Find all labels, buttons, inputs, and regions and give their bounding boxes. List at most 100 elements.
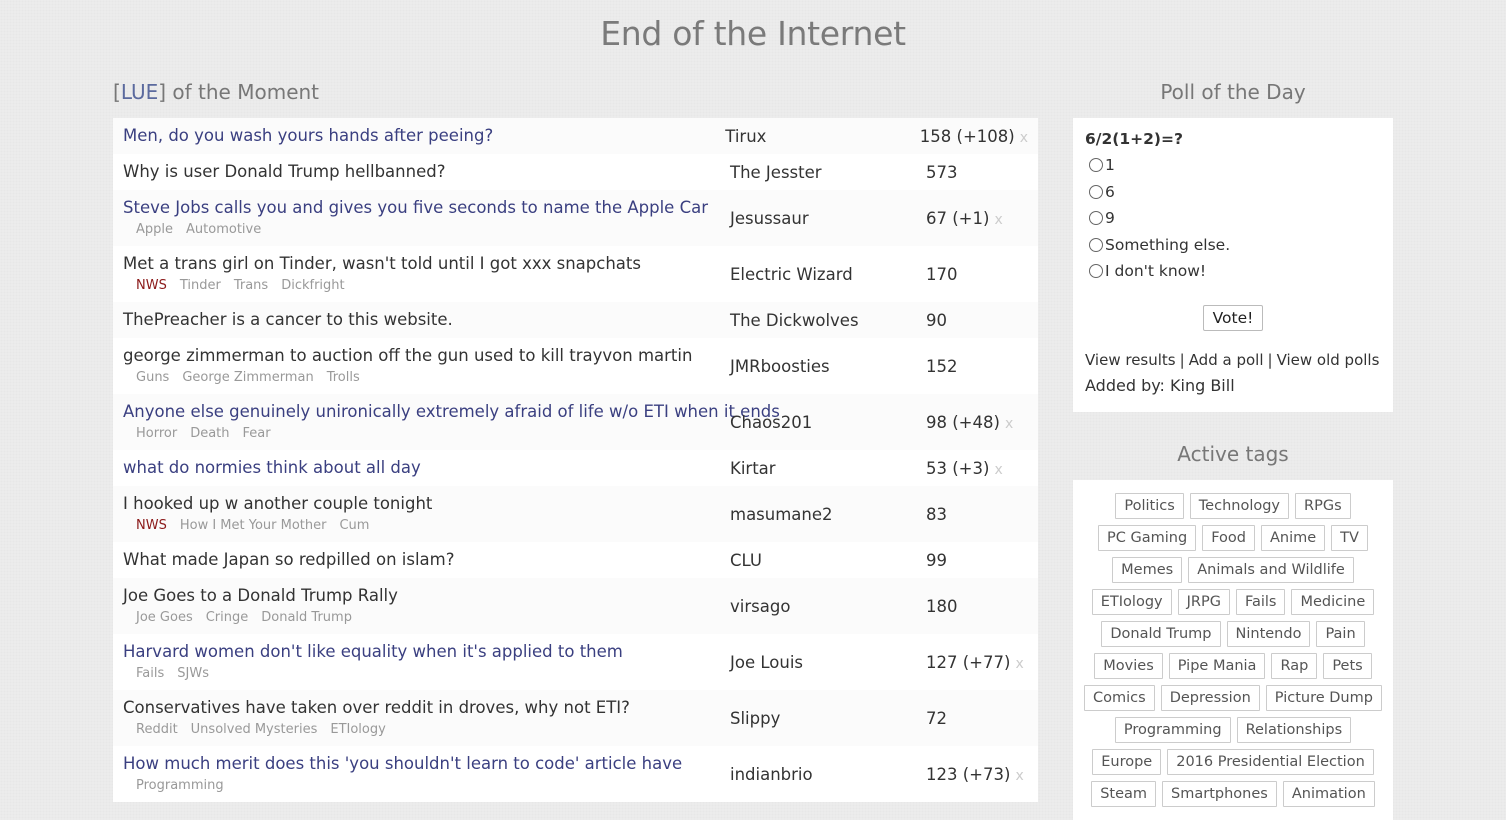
poll-option[interactable]: I don't know! [1085, 258, 1381, 285]
active-tag[interactable]: Medicine [1291, 589, 1375, 615]
active-tag[interactable]: Depression [1160, 685, 1260, 711]
view-results-link[interactable]: View results [1085, 351, 1176, 369]
active-tag[interactable]: Food [1202, 525, 1255, 551]
topic-title-link[interactable]: I hooked up w another couple tonight [123, 494, 730, 514]
topic-author[interactable]: Tirux [725, 127, 919, 146]
active-tag[interactable]: Nintendo [1226, 621, 1311, 647]
topic-post-count[interactable]: 67 (+1) [926, 209, 989, 228]
topic-tag[interactable]: Cum [339, 518, 369, 533]
topic-tag[interactable]: ETIology [330, 722, 385, 737]
active-tag[interactable]: Anime [1260, 525, 1326, 551]
active-tag[interactable]: Pain [1316, 621, 1365, 647]
topic-title-link[interactable]: Anyone else genuinely unironically extre… [123, 402, 780, 422]
radio-button[interactable] [1089, 158, 1103, 173]
topic-post-count[interactable]: 158 (+108) [920, 127, 1015, 146]
topic-title-link[interactable]: Conservatives have taken over reddit in … [123, 698, 730, 718]
vote-button[interactable]: Vote! [1202, 304, 1264, 331]
topic-tag[interactable]: Fear [243, 426, 271, 441]
topic-tag[interactable]: Guns [136, 370, 169, 385]
active-tag[interactable]: Rap [1271, 653, 1318, 679]
active-tag[interactable]: Picture Dump [1265, 685, 1382, 711]
active-tag[interactable]: Animation [1282, 781, 1375, 807]
topic-tag[interactable]: Trolls [327, 370, 360, 385]
topic-post-count[interactable]: 152 [926, 357, 958, 376]
active-tag[interactable]: Pipe Mania [1168, 653, 1266, 679]
topic-tag[interactable]: Reddit [136, 722, 178, 737]
lue-link[interactable]: LUE [121, 80, 158, 104]
topic-title-link[interactable]: Harvard women don't like equality when i… [123, 642, 730, 662]
topic-title-link[interactable]: What made Japan so redpilled on islam? [123, 550, 730, 570]
topic-post-count[interactable]: 72 [926, 709, 947, 728]
topic-title-link[interactable]: Why is user Donald Trump hellbanned? [123, 162, 730, 182]
view-old-polls-link[interactable]: View old polls [1277, 351, 1380, 369]
topic-author[interactable]: Joe Louis [730, 653, 926, 672]
active-tag[interactable]: Steam [1091, 781, 1157, 807]
active-tag[interactable]: Relationships [1236, 717, 1352, 743]
topic-post-count[interactable]: 127 (+77) [926, 653, 1010, 672]
add-poll-link[interactable]: Add a poll [1189, 351, 1264, 369]
topic-author[interactable]: Kirtar [730, 459, 926, 478]
topic-title-link[interactable]: Met a trans girl on Tinder, wasn't told … [123, 254, 730, 274]
topic-tag[interactable]: Death [190, 426, 229, 441]
active-tag[interactable]: JRPG [1177, 589, 1230, 615]
topic-author[interactable]: The Jesster [730, 163, 926, 182]
dismiss-icon[interactable]: x [1015, 656, 1023, 672]
active-tag[interactable]: Donald Trump [1101, 621, 1221, 647]
active-tag[interactable]: Movies [1094, 653, 1163, 679]
topic-title-link[interactable]: what do normies think about all day [123, 458, 730, 478]
dismiss-icon[interactable]: x [994, 462, 1002, 478]
topic-title-link[interactable]: george zimmerman to auction off the gun … [123, 346, 730, 366]
active-tag[interactable]: TV [1331, 525, 1368, 551]
active-tag[interactable]: Politics [1115, 493, 1184, 519]
topic-tag[interactable]: Donald Trump [261, 610, 352, 625]
topic-tag[interactable]: Apple [136, 222, 173, 237]
active-tag[interactable]: Comics [1084, 685, 1155, 711]
poll-option[interactable]: 9 [1085, 205, 1381, 232]
topic-tag[interactable]: Joe Goes [136, 610, 193, 625]
poll-option[interactable]: 1 [1085, 152, 1381, 179]
topic-post-count[interactable]: 83 [926, 505, 947, 524]
active-tag[interactable]: Programming [1114, 717, 1231, 743]
topic-tag[interactable]: Trans [234, 278, 268, 293]
active-tag[interactable]: Fails [1235, 589, 1286, 615]
topic-author[interactable]: Electric Wizard [730, 265, 926, 284]
topic-author[interactable]: CLU [730, 551, 926, 570]
topic-title-link[interactable]: How much merit does this 'you shouldn't … [123, 754, 730, 774]
topic-title-link[interactable]: Joe Goes to a Donald Trump Rally [123, 586, 730, 606]
active-tag[interactable]: ETIology [1091, 589, 1172, 615]
topic-tag[interactable]: Horror [136, 426, 177, 441]
dismiss-icon[interactable]: x [1015, 768, 1023, 784]
active-tag[interactable]: RPGs [1295, 493, 1351, 519]
active-tag[interactable]: 2016 Presidential Election [1167, 749, 1374, 775]
active-tag[interactable]: Memes [1112, 557, 1183, 583]
topic-author[interactable]: Chaos201 [730, 413, 926, 432]
active-tag[interactable]: Smartphones [1162, 781, 1277, 807]
topic-tag[interactable]: Unsolved Mysteries [191, 722, 318, 737]
dismiss-icon[interactable]: x [1020, 130, 1028, 146]
poll-option[interactable]: Something else. [1085, 232, 1381, 259]
topic-author[interactable]: The Dickwolves [730, 311, 926, 330]
topic-title-link[interactable]: Men, do you wash yours hands after peein… [123, 126, 725, 146]
topic-tag[interactable]: Dickfright [281, 278, 344, 293]
radio-button[interactable] [1089, 184, 1103, 199]
topic-tag[interactable]: Automotive [186, 222, 261, 237]
topic-post-count[interactable]: 123 (+73) [926, 765, 1010, 784]
topic-title-link[interactable]: ThePreacher is a cancer to this website. [123, 310, 730, 330]
topic-author[interactable]: indianbrio [730, 765, 926, 784]
topic-author[interactable]: JMRboosties [730, 357, 926, 376]
topic-post-count[interactable]: 180 [926, 597, 958, 616]
topic-author[interactable]: masumane2 [730, 505, 926, 524]
topic-tag[interactable]: Programming [136, 778, 224, 793]
topic-tag[interactable]: George Zimmerman [182, 370, 313, 385]
topic-author[interactable]: virsago [730, 597, 926, 616]
topic-tag[interactable]: How I Met Your Mother [180, 518, 327, 533]
topic-title-link[interactable]: Steve Jobs calls you and gives you five … [123, 198, 730, 218]
radio-button[interactable] [1089, 237, 1103, 252]
topic-author[interactable]: Jesussaur [730, 209, 926, 228]
topic-tag[interactable]: Fails [136, 666, 164, 681]
dismiss-icon[interactable]: x [1005, 416, 1013, 432]
topic-post-count[interactable]: 99 [926, 551, 947, 570]
topic-author[interactable]: Slippy [730, 709, 926, 728]
topic-tag[interactable]: NWS [136, 278, 167, 293]
active-tag[interactable]: Europe [1092, 749, 1162, 775]
